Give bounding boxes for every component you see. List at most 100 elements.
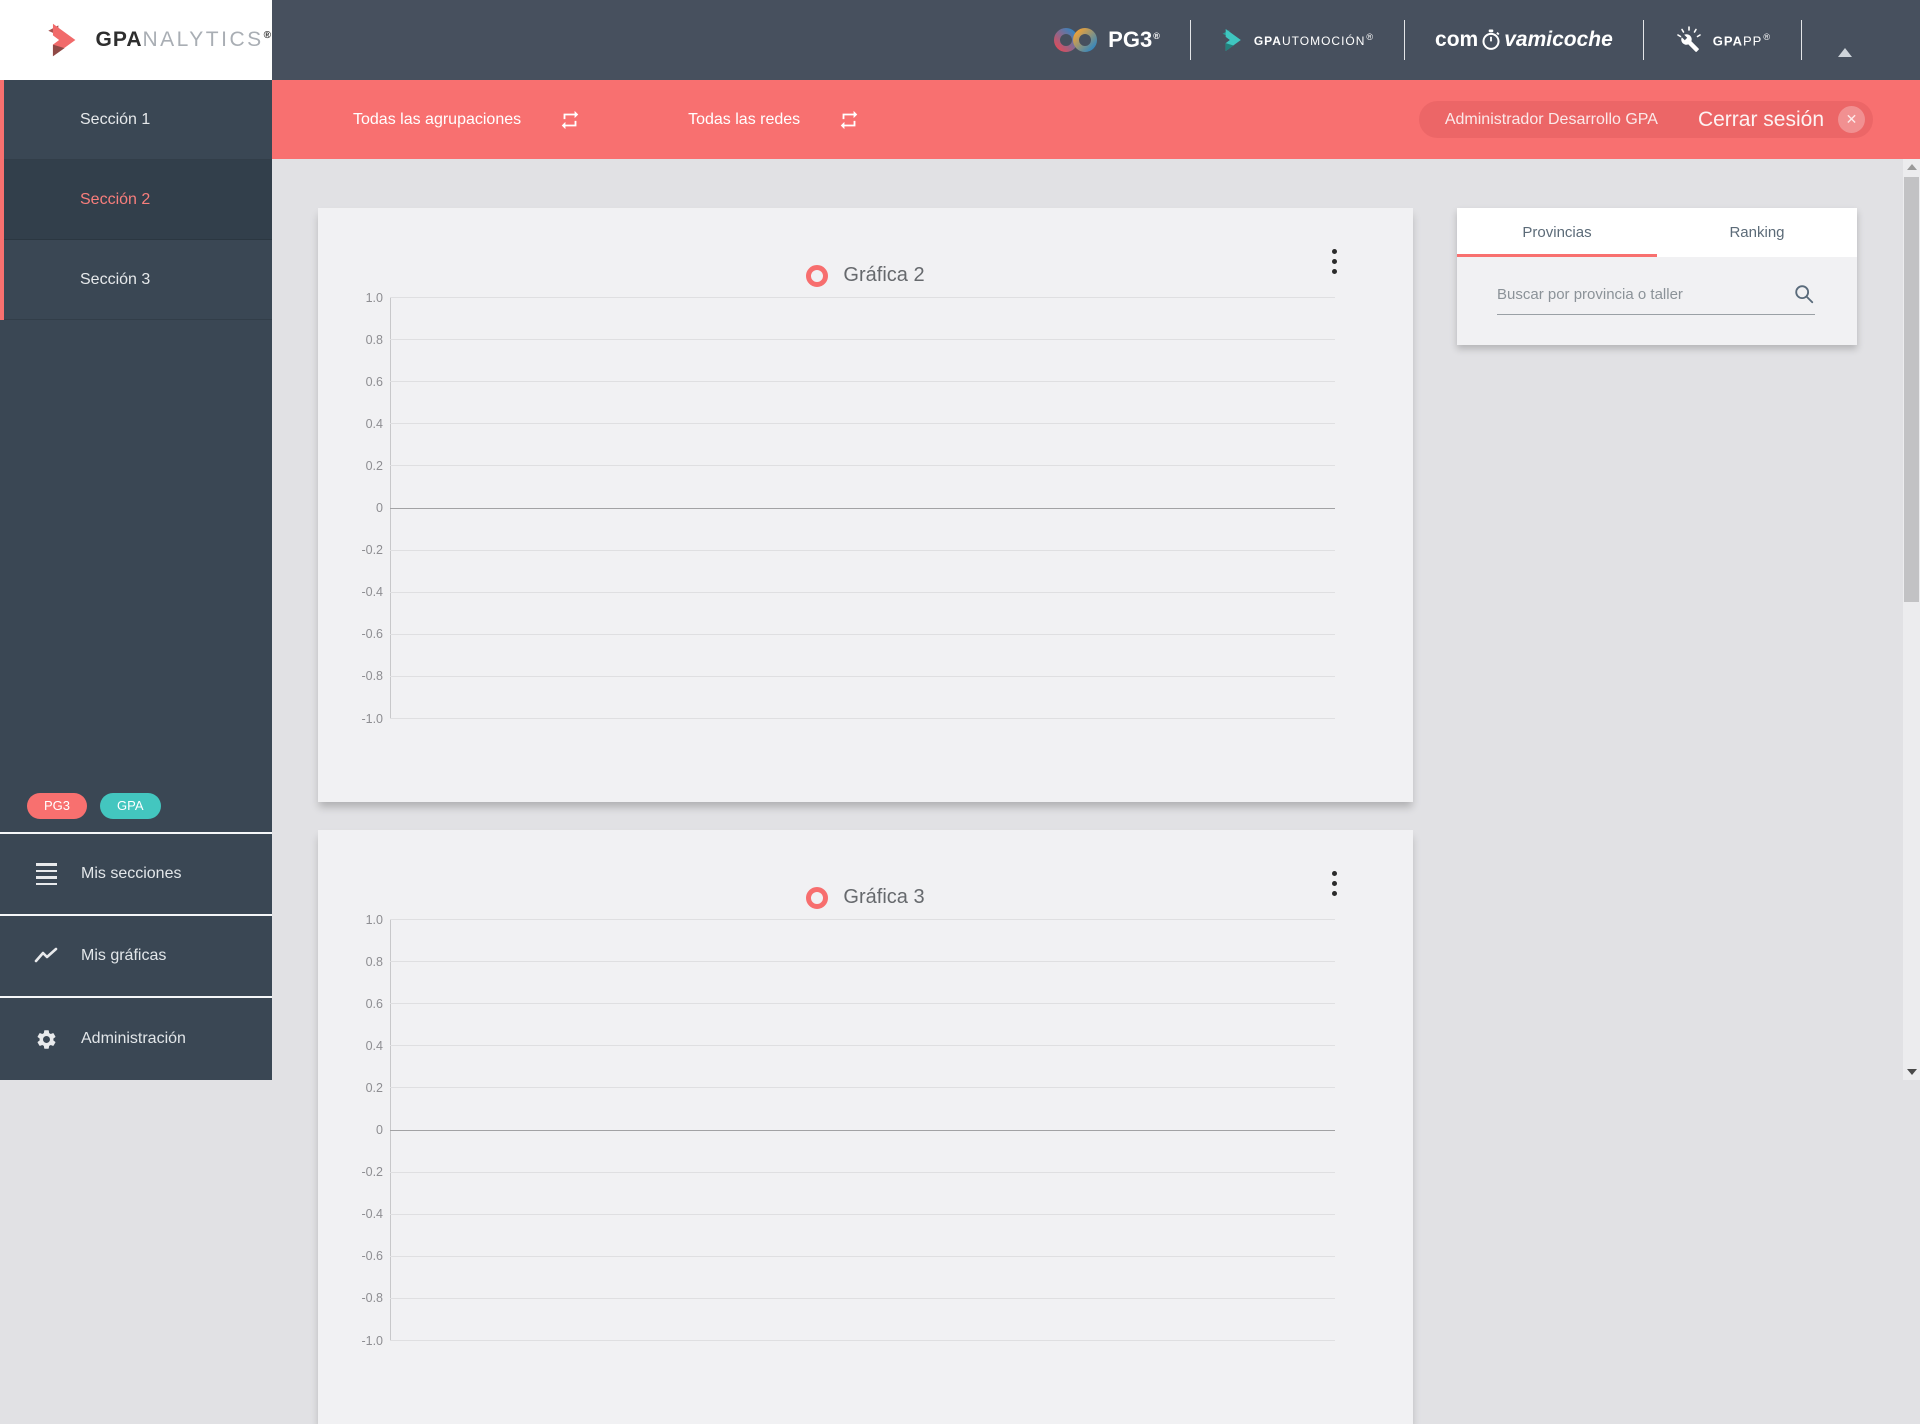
legend-ring-icon xyxy=(806,887,828,909)
header-divider xyxy=(1643,20,1644,60)
y-tick-label: 0.6 xyxy=(366,375,383,389)
gridline: 0.8 xyxy=(390,339,1335,340)
tab-ranking[interactable]: Ranking xyxy=(1657,208,1857,257)
sidebar: GPANALYTICS® Sección 1 Sección 2 Sección… xyxy=(0,0,272,1080)
gridline: -1.0 xyxy=(390,718,1335,719)
chart-card-grafica-2: Gráfica 2 1.00.80.60.40.20-0.2-0.4-0.6-0… xyxy=(318,208,1413,802)
y-tick-label: 0.4 xyxy=(366,1039,383,1053)
gridline: 0 xyxy=(390,1130,1335,1131)
sidebar-item-seccion-3[interactable]: Sección 3 xyxy=(0,240,272,320)
scroll-down-arrow-icon[interactable] xyxy=(1903,1069,1920,1075)
y-tick-label: -0.6 xyxy=(361,627,383,641)
chart-legend: Gráfica 3 xyxy=(318,886,1413,909)
arrow-logo-icon xyxy=(1221,28,1245,52)
brand-gpautomocion: GPAUTOMOCIÓN® xyxy=(1221,28,1374,52)
gridline: -0.8 xyxy=(390,1298,1335,1299)
header-divider xyxy=(1801,20,1802,60)
sidebar-menu: Mis secciones Mis gráficas Administració… xyxy=(0,832,272,1080)
gpa-badge: GPA xyxy=(100,793,161,819)
pg3-badge: PG3 xyxy=(27,793,87,819)
sidebar-item-seccion-2[interactable]: Sección 2 xyxy=(0,160,272,240)
brand-pg3: PG3® xyxy=(1054,27,1160,53)
gridline: 0.4 xyxy=(390,423,1335,424)
sidebar-item-seccion-1[interactable]: Sección 1 xyxy=(0,80,272,160)
scrollbar-thumb[interactable] xyxy=(1904,177,1919,602)
filter-label: Todas las agrupaciones xyxy=(353,111,521,129)
y-tick-label: 0.8 xyxy=(366,955,383,969)
chart-title: Gráfica 3 xyxy=(843,886,924,909)
brand-gpapp: GPAPP® xyxy=(1674,25,1771,55)
chart-title: Gráfica 2 xyxy=(843,264,924,287)
search-input[interactable] xyxy=(1497,286,1793,303)
filter-bar: Todas las agrupaciones Todas las redes A… xyxy=(272,80,1920,159)
y-tick-label: -1.0 xyxy=(361,712,383,726)
gridline: 0 xyxy=(390,508,1335,509)
gridline: 0.6 xyxy=(390,1003,1335,1004)
y-tick-label: 0.8 xyxy=(366,333,383,347)
vertical-scrollbar[interactable] xyxy=(1903,159,1920,1080)
repeat-icon[interactable] xyxy=(559,109,581,131)
menu-label: Mis gráficas xyxy=(81,947,166,965)
chart-plot-area: 1.00.80.60.40.20-0.2-0.4-0.6-0.8-1.0 xyxy=(390,919,1335,1340)
logout-button[interactable]: Cerrar sesión xyxy=(1698,108,1824,132)
menu-label: Administración xyxy=(81,1030,186,1048)
gridline: -0.4 xyxy=(390,592,1335,593)
y-tick-label: -0.8 xyxy=(361,1291,383,1305)
sidebar-item-mis-secciones[interactable]: Mis secciones xyxy=(0,834,272,916)
gridline: -0.2 xyxy=(390,1172,1335,1173)
sidebar-item-administracion[interactable]: Administración xyxy=(0,998,272,1080)
main-content: Gráfica 2 1.00.80.60.40.20-0.2-0.4-0.6-0… xyxy=(272,159,1920,1080)
line-chart-icon xyxy=(33,943,59,969)
tab-provincias[interactable]: Provincias xyxy=(1457,208,1657,257)
y-tick-label: 0.6 xyxy=(366,997,383,1011)
y-tick-label: -0.4 xyxy=(361,1207,383,1221)
sidebar-sections: Sección 1 Sección 2 Sección 3 xyxy=(0,80,272,320)
y-tick-label: -0.2 xyxy=(361,1165,383,1179)
gridline: 0.2 xyxy=(390,465,1335,466)
app-logo-text: GPANALYTICS® xyxy=(96,28,272,52)
legend-ring-icon xyxy=(806,265,828,287)
y-tick-label: 0 xyxy=(376,1123,383,1137)
gridline: 0.4 xyxy=(390,1045,1335,1046)
filter-agrupaciones[interactable]: Todas las agrupaciones xyxy=(353,109,581,131)
chart-legend: Gráfica 2 xyxy=(318,264,1413,287)
brand-gpautomocion-label: GPAUTOMOCIÓN® xyxy=(1254,32,1374,48)
sidebar-item-mis-graficas[interactable]: Mis gráficas xyxy=(0,916,272,998)
search-field xyxy=(1497,283,1815,315)
section-label: Sección 2 xyxy=(80,191,150,209)
user-session-pill: Administrador Desarrollo GPA Cerrar sesi… xyxy=(1419,101,1873,138)
brand-gpapp-label: GPAPP® xyxy=(1713,32,1771,48)
section-label: Sección 3 xyxy=(80,271,150,289)
search-icon[interactable] xyxy=(1793,283,1815,305)
triangle-up-icon xyxy=(1838,33,1852,57)
collapse-header-button[interactable] xyxy=(1832,27,1858,54)
gpa-arrow-logo-icon xyxy=(46,19,82,61)
y-tick-label: -0.8 xyxy=(361,669,383,683)
gridline: -0.8 xyxy=(390,676,1335,677)
stopwatch-icon xyxy=(1480,29,1502,51)
chart-card-grafica-3: Gráfica 3 1.00.80.60.40.20-0.2-0.4-0.6-0… xyxy=(318,830,1413,1424)
header-divider xyxy=(1190,20,1191,60)
filter-redes[interactable]: Todas las redes xyxy=(688,109,860,131)
y-tick-label: -0.4 xyxy=(361,585,383,599)
y-tick-label: 0.2 xyxy=(366,459,383,473)
sidebar-spacer xyxy=(0,320,272,793)
gridline: 0.8 xyxy=(390,961,1335,962)
user-name[interactable]: Administrador Desarrollo GPA xyxy=(1445,111,1658,129)
gear-icon xyxy=(33,1026,59,1052)
y-tick-label: -1.0 xyxy=(361,1334,383,1348)
gridline: 1.0 xyxy=(390,297,1335,298)
x-circle-icon[interactable]: ✕ xyxy=(1838,106,1865,133)
gridline: -0.4 xyxy=(390,1214,1335,1215)
infinity-icon xyxy=(1054,27,1098,53)
scroll-up-arrow-icon[interactable] xyxy=(1903,164,1920,170)
panel-tab-bar: Provincias Ranking xyxy=(1457,208,1857,257)
chart-plot-area: 1.00.80.60.40.20-0.2-0.4-0.6-0.8-1.0 xyxy=(390,297,1335,718)
y-tick-label: 0.2 xyxy=(366,1081,383,1095)
repeat-icon[interactable] xyxy=(838,109,860,131)
gridline: -0.6 xyxy=(390,1256,1335,1257)
brand-comprovamicoche: comvamicoche xyxy=(1435,28,1613,52)
y-tick-label: 1.0 xyxy=(366,291,383,305)
menu-label: Mis secciones xyxy=(81,865,181,883)
wrench-icon xyxy=(1674,25,1704,55)
